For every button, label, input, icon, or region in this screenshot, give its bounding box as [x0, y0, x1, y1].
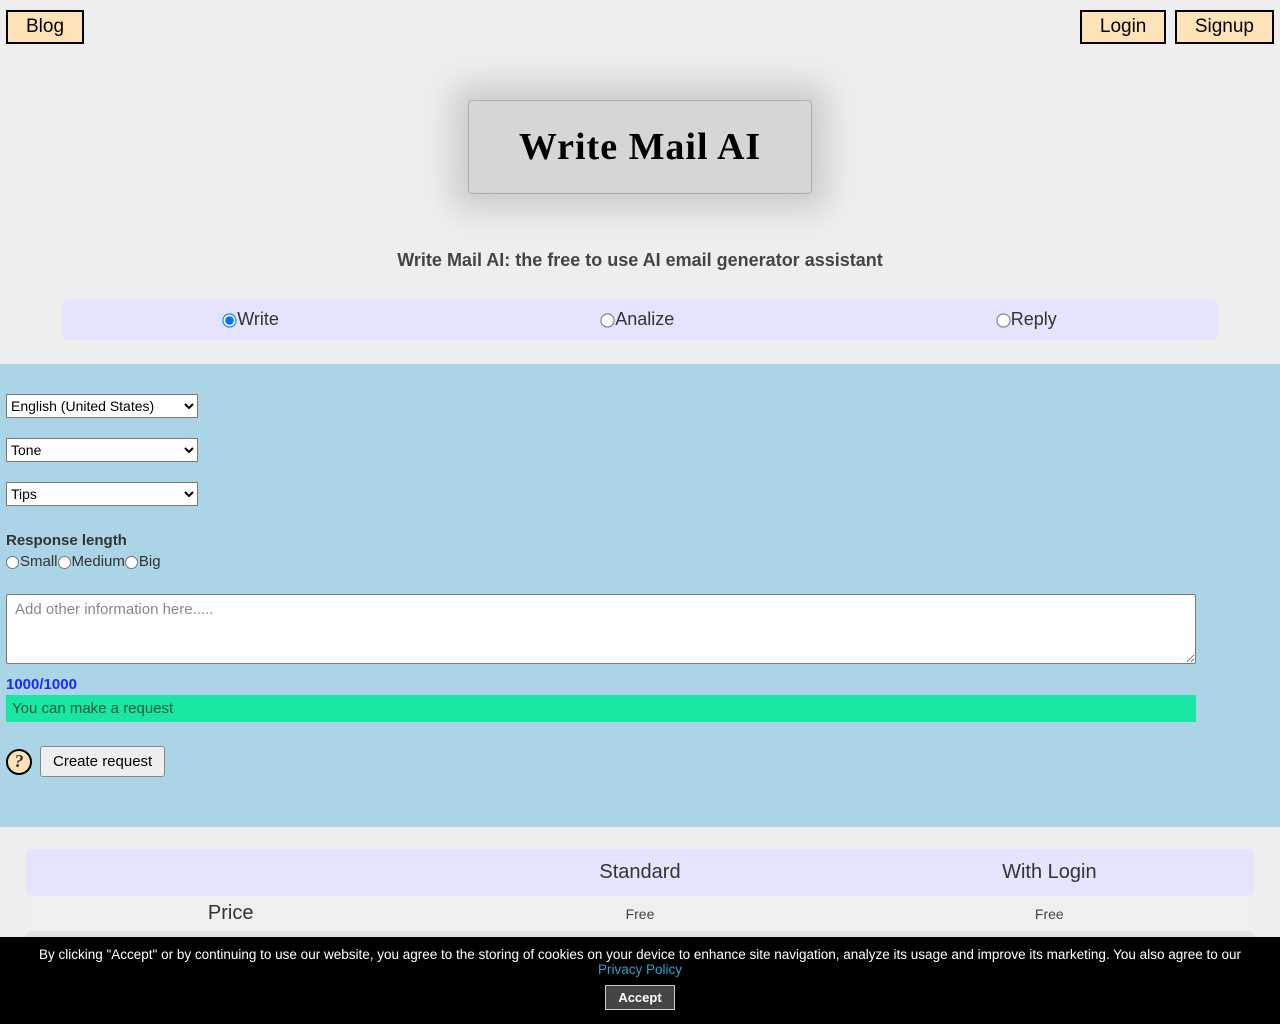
- mode-write-label: Write: [237, 309, 279, 329]
- pricing-head-login: With Login: [845, 861, 1254, 884]
- pricing-header-row: Standard With Login: [26, 849, 1254, 896]
- pricing-value: Free: [435, 900, 844, 928]
- pricing-row-price: Price Free Free: [26, 896, 1254, 931]
- length-big-radio[interactable]: [125, 556, 138, 569]
- mode-analyze[interactable]: Analize: [601, 309, 674, 330]
- mode-analyze-radio[interactable]: [601, 313, 615, 327]
- tips-select[interactable]: Tips: [6, 482, 198, 506]
- length-big-label: Big: [139, 553, 161, 570]
- topbar: Blog Login Signup: [0, 0, 1280, 50]
- page-title: Write Mail AI: the free to use AI email …: [0, 250, 1280, 271]
- cookie-text: By clicking "Accept" or by continuing to…: [39, 947, 1241, 962]
- compose-panel: English (United States) Tone Tips Respon…: [0, 364, 1280, 827]
- cookie-accept-button[interactable]: Accept: [605, 985, 674, 1010]
- length-small-radio[interactable]: [6, 556, 19, 569]
- brand-logo: Write Mail AI: [468, 100, 812, 194]
- create-request-button[interactable]: Create request: [40, 746, 165, 777]
- signup-button[interactable]: Signup: [1175, 10, 1274, 44]
- pricing-value: Free: [845, 900, 1254, 928]
- pricing-head-standard: Standard: [435, 861, 844, 884]
- login-button[interactable]: Login: [1080, 10, 1167, 44]
- extra-info-textarea[interactable]: [6, 594, 1196, 664]
- mode-write[interactable]: Write: [223, 309, 279, 330]
- mode-reply-label: Reply: [1011, 309, 1057, 329]
- tone-select[interactable]: Tone: [6, 438, 198, 462]
- cookie-banner: By clicking "Accept" or by continuing to…: [0, 937, 1280, 1024]
- privacy-policy-link[interactable]: Privacy Policy: [598, 962, 682, 977]
- mode-reply-radio[interactable]: [996, 313, 1010, 327]
- pricing-label: Price: [26, 896, 435, 931]
- mode-tabs: Write Analize Reply: [62, 299, 1218, 340]
- length-small-label: Small: [20, 553, 58, 570]
- char-counter: 1000/1000: [6, 676, 1274, 693]
- help-icon[interactable]: ?: [6, 749, 32, 775]
- mode-reply[interactable]: Reply: [997, 309, 1057, 330]
- language-select[interactable]: English (United States): [6, 394, 198, 418]
- request-status: You can make a request: [6, 695, 1196, 722]
- blog-button[interactable]: Blog: [6, 10, 84, 44]
- mode-write-radio[interactable]: [223, 313, 237, 327]
- response-length-label: Response length: [6, 532, 1274, 549]
- mode-analyze-label: Analize: [615, 309, 674, 329]
- length-medium-radio[interactable]: [58, 556, 71, 569]
- response-length-options: Small Medium Big: [6, 553, 1274, 570]
- length-medium-label: Medium: [72, 553, 125, 570]
